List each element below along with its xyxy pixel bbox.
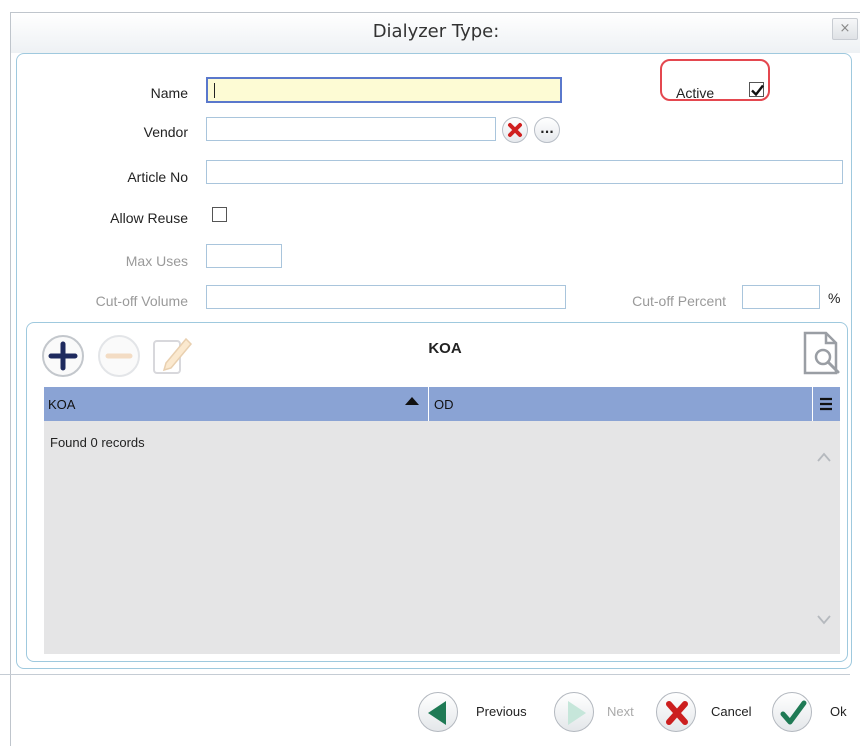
close-button[interactable]: × <box>832 18 858 40</box>
koa-title: KOA <box>428 340 462 357</box>
column-header-od-label: OD <box>434 397 454 412</box>
check-icon <box>780 700 807 725</box>
cancel-button[interactable] <box>656 692 696 732</box>
vendor-browse-button[interactable]: ... <box>534 117 560 143</box>
column-divider <box>428 387 429 421</box>
column-menu-icon[interactable] <box>819 396 833 412</box>
next-button[interactable] <box>554 692 594 732</box>
previous-button[interactable] <box>418 692 458 732</box>
column-header-od[interactable]: OD <box>434 397 454 412</box>
search-document-icon[interactable] <box>800 330 846 376</box>
arrow-right-icon <box>568 701 586 725</box>
article-no-input[interactable] <box>206 160 843 184</box>
column-divider <box>812 387 813 421</box>
allow-reuse-label: Allow Reuse <box>110 210 188 226</box>
footer-divider <box>0 674 850 675</box>
vendor-input[interactable] <box>206 117 496 141</box>
allow-reuse-checkbox[interactable] <box>212 207 227 222</box>
dialog-title: Dialyzer Type: <box>372 21 500 42</box>
name-input[interactable] <box>206 77 562 103</box>
ok-button[interactable] <box>772 692 812 732</box>
records-count: Found 0 records <box>50 435 145 450</box>
cutoff-percent-input[interactable] <box>742 285 820 309</box>
koa-grid-header: KOA OD <box>44 387 840 421</box>
vendor-clear-button[interactable] <box>502 117 528 143</box>
close-icon: × <box>839 21 851 36</box>
vendor-label: Vendor <box>143 124 188 140</box>
edit-icon[interactable] <box>146 331 194 379</box>
column-header-koa-label: KOA <box>48 397 76 412</box>
add-icon[interactable] <box>40 333 86 379</box>
name-label: Name <box>150 85 188 101</box>
remove-icon[interactable] <box>96 333 142 379</box>
max-uses-input[interactable] <box>206 244 282 268</box>
next-label[interactable]: Next <box>607 704 634 719</box>
text-caret <box>214 83 215 98</box>
max-uses-label: Max Uses <box>125 253 188 269</box>
cancel-x-icon <box>666 701 688 725</box>
article-no-label: Article No <box>127 169 188 185</box>
title-bar: Dialyzer Type: × <box>11 13 860 53</box>
ellipsis-icon: ... <box>540 122 554 136</box>
scroll-up-icon[interactable] <box>816 451 832 463</box>
scroll-down-icon[interactable] <box>816 613 832 625</box>
checkmark-icon <box>751 84 764 97</box>
active-label: Active <box>676 85 715 101</box>
previous-label[interactable]: Previous <box>476 704 527 719</box>
cancel-label[interactable]: Cancel <box>711 704 751 719</box>
cutoff-volume-input[interactable] <box>206 285 566 309</box>
arrow-left-icon <box>428 701 446 725</box>
clear-x-icon <box>508 123 522 137</box>
percent-sign: % <box>828 290 841 306</box>
active-checkbox[interactable] <box>749 82 764 97</box>
koa-grid-body: Found 0 records <box>44 421 840 654</box>
cutoff-percent-label: Cut-off Percent <box>632 293 726 309</box>
ok-label[interactable]: Ok <box>830 704 847 719</box>
cutoff-volume-label: Cut-off Volume <box>95 293 188 309</box>
sort-ascending-icon <box>405 397 419 405</box>
column-header-koa[interactable]: KOA <box>48 397 75 412</box>
